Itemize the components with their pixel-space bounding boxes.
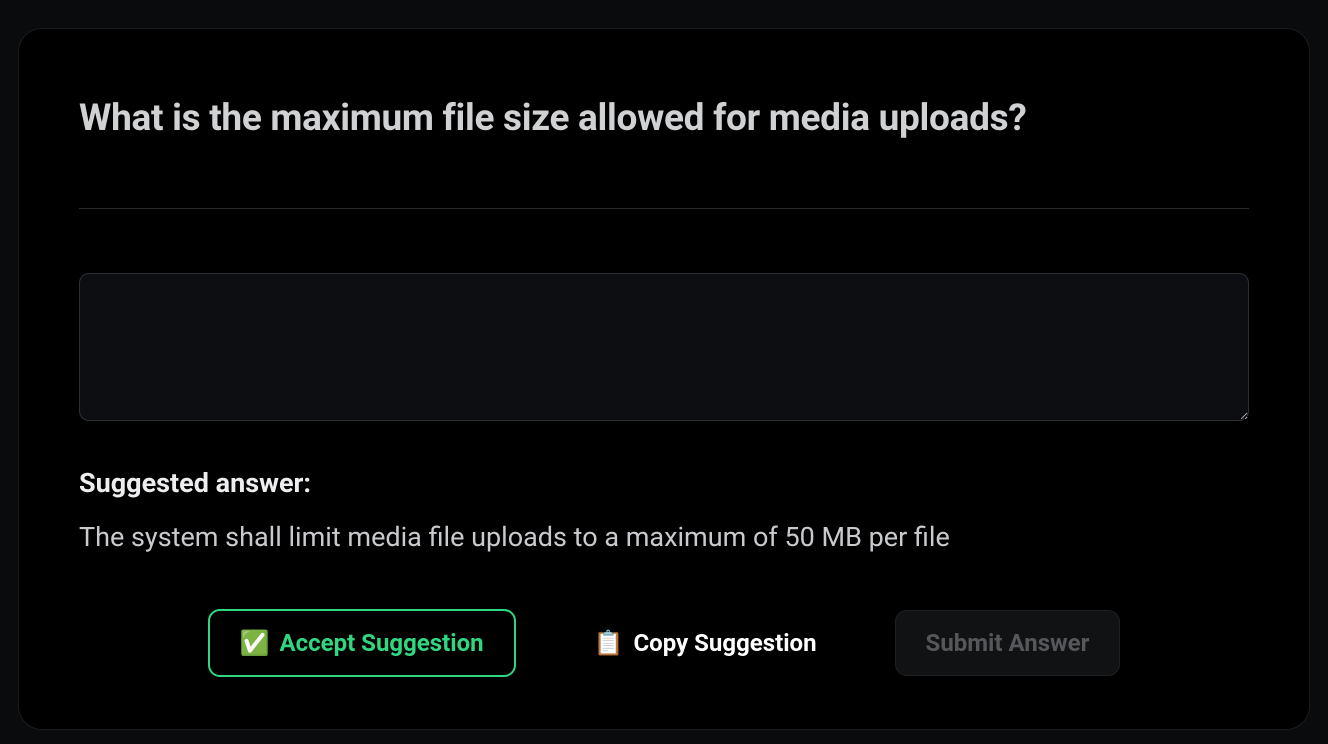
submit-answer-label: Submit Answer [926,629,1090,657]
copy-suggestion-button[interactable]: 📋 Copy Suggestion [564,611,847,675]
button-row: ✅ Accept Suggestion 📋 Copy Suggestion Su… [79,609,1249,677]
question-title: What is the maximum file size allowed fo… [79,97,1249,140]
suggested-answer-label: Suggested answer: [79,467,1249,499]
question-card: What is the maximum file size allowed fo… [18,28,1310,730]
answer-input[interactable] [79,273,1249,421]
suggested-answer-text: The system shall limit media file upload… [79,521,1249,553]
accept-suggestion-button[interactable]: ✅ Accept Suggestion [208,609,516,677]
clipboard-icon: 📋 [594,629,624,657]
submit-answer-button[interactable]: Submit Answer [895,610,1121,676]
divider [79,208,1249,209]
accept-suggestion-label: Accept Suggestion [279,629,483,657]
copy-suggestion-label: Copy Suggestion [633,629,816,657]
check-icon: ✅ [240,629,270,657]
